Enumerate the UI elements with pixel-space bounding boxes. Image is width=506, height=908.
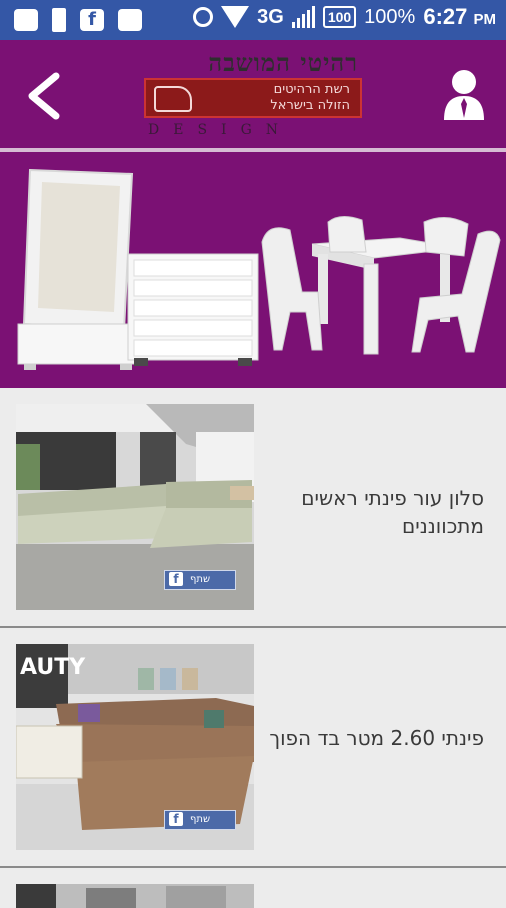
battery-percent: 100% xyxy=(364,5,416,28)
sofa-photo xyxy=(16,884,254,908)
app-header: רהיטי המושבה רשת הרהיטים הזולה בישראל DE… xyxy=(0,40,506,148)
logo-design-word: DESIGN xyxy=(148,122,292,138)
alarm-icon xyxy=(193,7,214,27)
product-image[interactable] xyxy=(16,884,254,908)
facebook-share-button[interactable]: f שתף xyxy=(164,810,236,830)
facebook-share-button[interactable]: f שתף xyxy=(164,570,236,590)
facebook-icon: f xyxy=(80,9,104,31)
product-title[interactable]: פינתי 2.60 מטר בד הפוך xyxy=(264,724,484,752)
facebook-icon: f xyxy=(169,812,183,826)
network-type: 3G xyxy=(257,5,284,28)
clock-ampm: PM xyxy=(473,11,497,28)
logo-subtitle: רשת הרהיטים הזולה בישראל xyxy=(270,82,350,114)
logo-title: רהיטי המושבה xyxy=(208,48,358,77)
signal-icon xyxy=(291,6,315,28)
furniture-banner-image xyxy=(17,168,501,370)
promo-banner[interactable] xyxy=(0,152,506,388)
product-image[interactable]: f שתף xyxy=(16,404,254,610)
clock-time: 6:27 xyxy=(423,4,468,29)
facebook-icon: f xyxy=(169,572,183,586)
list-item[interactable]: f שתף סלון עור פינתי ראשים מתכווננים xyxy=(0,388,506,626)
sms-icon xyxy=(118,9,142,31)
facebook-share-label: שתף xyxy=(189,814,211,825)
product-image[interactable]: AUTY f שתף xyxy=(16,644,254,850)
store-sign-photo-text: AUTY xyxy=(20,655,86,680)
logo-sub-line2: הזולה בישראל xyxy=(270,98,350,113)
product-list: f שתף סלון עור פינתי ראשים מתכווננים AUTY xyxy=(0,388,506,908)
product-title[interactable]: סלון עור פינתי ראשים מתכווננים xyxy=(264,484,484,540)
brand-logo: רהיטי המושבה רשת הרהיטים הזולה בישראל DE… xyxy=(138,48,368,140)
battery-icon xyxy=(52,8,66,32)
sofa-icon xyxy=(154,86,192,112)
battery-badge: 100 xyxy=(322,6,357,28)
list-item[interactable] xyxy=(0,868,506,908)
clock: 6:27 PM xyxy=(423,4,496,30)
back-arrow-icon[interactable] xyxy=(22,72,62,120)
user-profile-icon[interactable] xyxy=(442,68,486,120)
wifi-icon xyxy=(221,6,250,28)
logo-sub-line1: רשת הרהיטים xyxy=(273,82,350,97)
message-icon xyxy=(14,9,38,31)
facebook-share-label: שתף xyxy=(189,574,211,585)
status-bar: f 3G 100 100% 6:27 PM xyxy=(0,0,506,40)
list-item[interactable]: AUTY f שתף פינתי 2.60 מטר בד הפוך xyxy=(0,628,506,866)
logo-badge: רשת הרהיטים הזולה בישראל xyxy=(144,78,362,118)
